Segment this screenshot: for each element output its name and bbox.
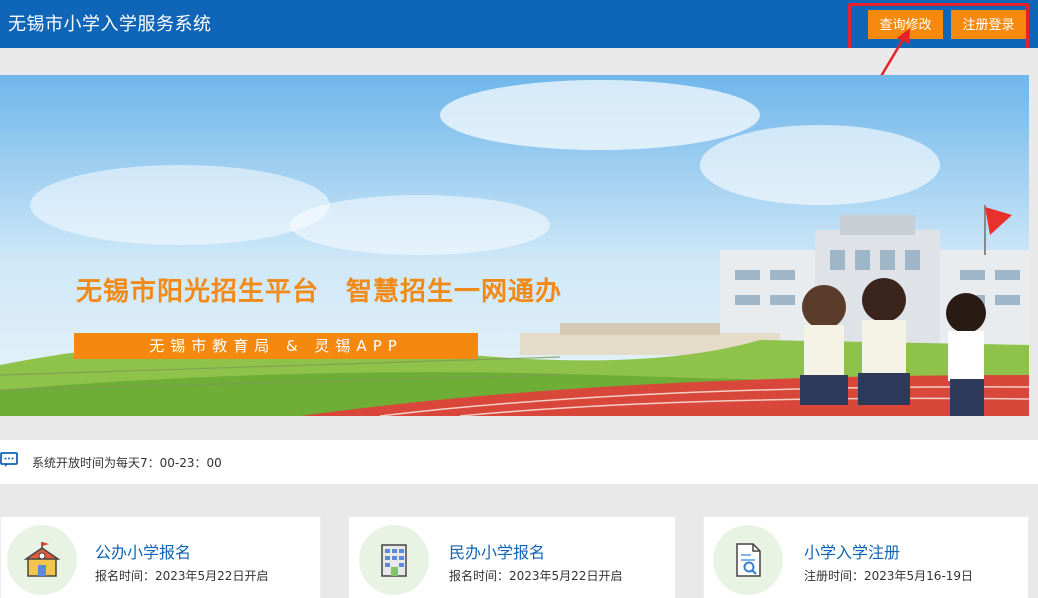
students-illustration: [800, 278, 986, 416]
card-subtitle: 报名时间：2023年5月22日开启: [449, 569, 623, 583]
notice-text: 系统开放时间为每天7：00-23：00: [32, 456, 222, 470]
hero-banner: 无锡市阳光招生平台 智慧招生一网通办 无锡市教育局 & 灵锡APP: [0, 75, 1029, 416]
card-subtitle: 报名时间：2023年5月22日开启: [95, 569, 269, 583]
service-cards: 公办小学报名 报名时间：2023年5月22日开启 民办小学报名 报名时间：202…: [0, 496, 1038, 598]
card-icon-circle: [359, 525, 429, 595]
card-icon-circle: [7, 525, 77, 595]
card-title[interactable]: 民办小学报名: [449, 539, 545, 563]
chat-icon: [0, 452, 18, 467]
card-subtitle: 注册时间：2023年5月16-19日: [804, 569, 974, 583]
opening-hours-notice: 系统开放时间为每天7：00-23：00: [0, 440, 1038, 484]
building-icon: [381, 544, 407, 577]
banner-headline: 无锡市阳光招生平台 智慧招生一网通办: [76, 277, 563, 307]
banner-subline: 无锡市教育局 & 灵锡APP: [74, 333, 478, 359]
card-public-primary[interactable]: 公办小学报名 报名时间：2023年5月22日开启: [0, 516, 321, 598]
document-search-icon: [736, 543, 761, 577]
card-primary-registration[interactable]: 小学入学注册 注册时间：2023年5月16-19日: [703, 516, 1029, 598]
card-private-primary[interactable]: 民办小学报名 报名时间：2023年5月22日开启: [348, 516, 676, 598]
school-icon: [23, 542, 61, 577]
card-icon-circle: [713, 525, 783, 595]
card-title[interactable]: 小学入学注册: [804, 539, 900, 563]
banner-illustration: [0, 75, 1029, 416]
card-title[interactable]: 公办小学报名: [95, 539, 191, 563]
